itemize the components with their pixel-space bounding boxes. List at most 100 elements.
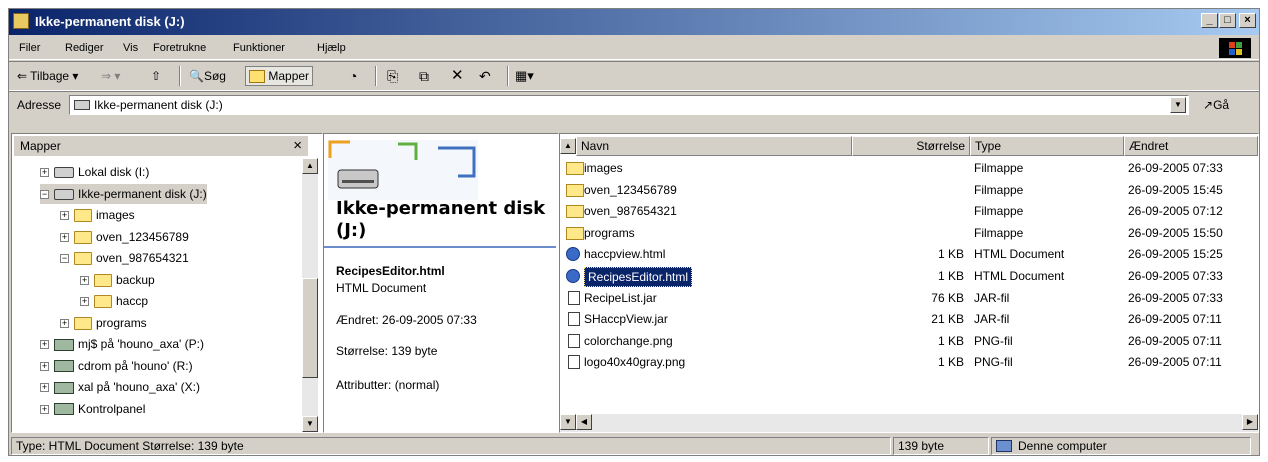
maximize-button[interactable]: □ <box>1219 13 1236 28</box>
folder-tree-item[interactable]: + oven_123456789 <box>60 227 189 247</box>
info-scroll-up-arrow-icon[interactable]: ▲ <box>560 138 576 154</box>
html-icon <box>566 247 580 262</box>
folder-tree-item[interactable]: + cdrom på 'houno' (R:) <box>40 356 193 376</box>
folder-tree-label: images <box>96 208 135 222</box>
toolbar-separator <box>179 66 181 86</box>
menu-favorites[interactable]: Foretrukne <box>153 42 206 54</box>
folder-tree-item[interactable]: + programs <box>60 313 147 333</box>
scroll-thumb[interactable] <box>302 278 318 378</box>
file-type: JAR-fil <box>974 312 1010 327</box>
folder-tree-item[interactable]: + haccp <box>80 291 148 311</box>
undo-button[interactable]: ↶ <box>479 67 491 85</box>
menu-tools[interactable]: Funktioner <box>233 42 285 54</box>
menu-view[interactable]: Vis <box>123 42 138 54</box>
folder-icon <box>566 226 584 240</box>
column-name[interactable]: Navn <box>576 136 852 156</box>
collapse-icon[interactable]: − <box>40 189 49 199</box>
address-dropdown-button[interactable]: ▼ <box>1170 97 1186 113</box>
drive-icon <box>54 167 74 179</box>
folder-icon <box>566 183 584 197</box>
back-button[interactable]: ⇐ Tilbage ▾ <box>17 67 78 85</box>
status-bar: Type: HTML Document Størrelse: 139 byte … <box>9 435 1259 455</box>
minimize-button[interactable]: _ <box>1201 13 1218 28</box>
folder-tree-item[interactable]: − oven_987654321 <box>60 248 189 268</box>
scroll-right-arrow-icon[interactable]: ▶ <box>1242 414 1258 430</box>
expand-icon[interactable]: + <box>60 318 69 328</box>
folder-tree-item[interactable]: + images <box>60 205 135 225</box>
scroll-down-arrow-icon[interactable]: ▼ <box>560 414 576 430</box>
folder-tree-label: Ikke-permanent disk (J:) <box>78 186 207 201</box>
folder-tree-item[interactable]: + xal på 'houno_axa' (X:) <box>40 377 200 397</box>
expand-icon[interactable]: + <box>40 404 49 414</box>
expand-icon[interactable]: + <box>40 361 49 371</box>
close-button[interactable]: × <box>1239 13 1256 28</box>
menu-help[interactable]: Hjælp <box>317 42 346 54</box>
folders-icon <box>249 70 265 84</box>
file-type: PNG-fil <box>974 355 1013 370</box>
folder-tree-item[interactable]: − Ikke-permanent disk (J:) <box>40 183 207 204</box>
horizontal-scrollbar[interactable]: ▼ ◀ ▶ <box>560 414 1258 432</box>
folder-tree-item[interactable]: + Kontrolpanel <box>40 399 145 419</box>
folder-tree-item[interactable]: + backup <box>80 270 155 290</box>
control-panel-icon <box>54 403 74 416</box>
file-row[interactable]: colorchange.png 1 KB PNG-fil 26-09-2005 07:… <box>560 331 1258 352</box>
move-to-button[interactable]: ⎘ <box>387 67 398 85</box>
scroll-left-arrow-icon[interactable]: ◀ <box>576 414 592 430</box>
expand-icon[interactable]: + <box>80 297 89 306</box>
collapse-icon[interactable]: − <box>60 254 69 263</box>
toolbar-separator <box>375 66 377 86</box>
expand-icon[interactable]: + <box>80 275 89 285</box>
expand-icon[interactable]: + <box>60 232 69 242</box>
go-button[interactable]: ↗Gå <box>1203 98 1229 112</box>
expand-icon[interactable]: + <box>40 340 49 349</box>
file-row[interactable]: haccpview.html 1 KB HTML Document 26-09-200… <box>560 244 1258 265</box>
file-name: programs <box>584 225 635 240</box>
scroll-down-arrow-icon[interactable]: ▼ <box>302 416 318 432</box>
go-label: Gå <box>1213 98 1230 112</box>
address-input[interactable]: Ikke-permanent disk (J:) ▼ <box>69 95 1189 115</box>
folder-tree-item[interactable]: + mj$ på 'houno_axa' (P:) <box>40 334 204 354</box>
address-bar: Adresse Ikke-permanent disk (J:) ▼ ↗Gå <box>9 91 1259 118</box>
folders-button[interactable]: Mapper <box>245 66 314 86</box>
file-row[interactable]: images Filmappe 26-09-2005 07:33 <box>560 158 1258 179</box>
file-row[interactable]: oven_987654321 Filmappe 26-09-2005 07:12 <box>560 201 1258 222</box>
history-button[interactable]: ◔ <box>349 67 357 85</box>
expand-icon[interactable]: + <box>60 211 69 220</box>
status-text: Type: HTML Document Størrelse: 139 byte <box>11 437 891 455</box>
folder-icon <box>74 316 92 330</box>
column-type[interactable]: Type <box>970 136 1124 156</box>
folder-tree-item[interactable]: + Lokal disk (I:) <box>40 162 149 182</box>
file-row[interactable]: RecipeList.jar 76 KB JAR-fil 26-09-2005 07:… <box>560 288 1258 309</box>
expand-icon[interactable]: + <box>40 383 49 392</box>
file-type: Filmappe <box>974 161 1024 175</box>
file-row[interactable]: RecipesEditor.html 1 KB HTML Document 26-09… <box>560 266 1258 287</box>
search-button[interactable]: 🔍Søg <box>189 67 226 85</box>
expand-icon[interactable]: + <box>40 168 49 177</box>
up-folder-button[interactable]: ⇧ <box>151 67 161 85</box>
forward-button[interactable]: ⇒ ▾ <box>101 67 120 85</box>
folder-icon <box>94 295 112 309</box>
file-size: 21 KB <box>931 312 964 327</box>
info-divider <box>324 246 556 248</box>
file-row[interactable]: logo40x40gray.png 1 KB PNG-fil 26-09-2005 0… <box>560 352 1258 373</box>
folder-tree-label: programs <box>96 315 147 330</box>
views-button[interactable]: ▦▾ <box>515 67 534 85</box>
scroll-up-arrow-icon[interactable]: ▲ <box>302 158 318 174</box>
file-type: Filmappe <box>974 225 1024 240</box>
file-row[interactable]: oven_123456789 Filmappe 26-09-2005 15:45 <box>560 180 1258 201</box>
info-modified: Ændret: 26-09-2005 07:33 <box>336 313 477 327</box>
info-file-type: HTML Document <box>336 281 427 295</box>
menu-edit[interactable]: Rediger <box>65 42 104 54</box>
menu-file[interactable]: Filer <box>19 42 40 54</box>
title-bar[interactable]: Ikke-permanent disk (J:) _ □ × <box>9 9 1259 35</box>
file-type: Filmappe <box>974 204 1024 219</box>
delete-button[interactable]: ✕ <box>451 67 464 85</box>
column-size[interactable]: Størrelse <box>852 136 970 156</box>
file-row[interactable]: programs Filmappe 26-09-2005 15:50 <box>560 223 1258 244</box>
column-modified[interactable]: Ændret <box>1124 136 1258 156</box>
file-name: oven_123456789 <box>584 182 677 197</box>
copy-to-button[interactable]: ⧉ <box>419 67 429 85</box>
folders-scrollbar[interactable]: ▲ ▼ <box>302 158 318 432</box>
close-pane-button[interactable]: × <box>293 137 302 154</box>
file-row[interactable]: SHaccpView.jar 21 KB JAR-fil 26-09-2005 07:… <box>560 309 1258 330</box>
